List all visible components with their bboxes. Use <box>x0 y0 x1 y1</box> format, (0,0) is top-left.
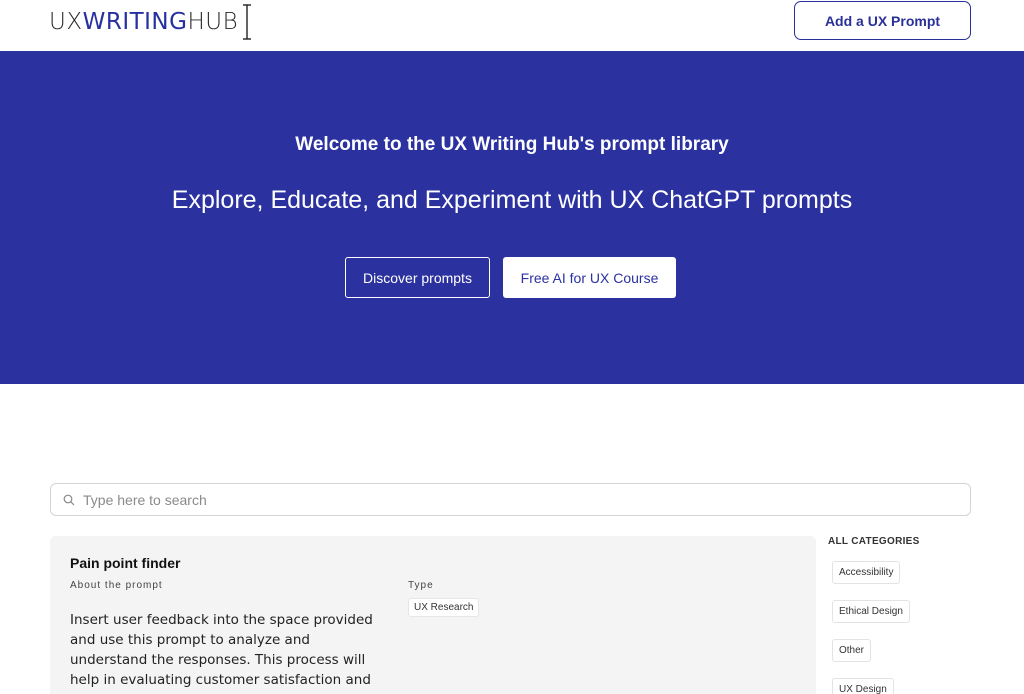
search-input[interactable] <box>83 491 943 508</box>
hero-title: Welcome to the UX Writing Hub's prompt l… <box>295 134 729 155</box>
add-ux-prompt-button[interactable]: Add a UX Prompt <box>794 1 971 40</box>
prompt-description: Insert user feedback into the space prov… <box>70 612 373 694</box>
category-ux-design[interactable]: UX Design <box>832 678 894 694</box>
all-categories-heading: ALL CATEGORIES <box>828 536 920 547</box>
hero-banner: Welcome to the UX Writing Hub's prompt l… <box>0 51 1024 384</box>
type-label: Type <box>408 580 434 591</box>
logo-hub-text: HUB <box>187 9 239 35</box>
text-cursor-icon <box>242 3 252 41</box>
search-icon <box>63 493 77 507</box>
top-navigation-bar: UX WRITING HUB Add a UX Prompt <box>0 0 1024 51</box>
prompt-card[interactable]: Pain point finder About the prompt Type … <box>50 536 816 694</box>
logo-writing-text: WRITING <box>82 9 188 35</box>
free-ai-course-button[interactable]: Free AI for UX Course <box>503 257 676 298</box>
discover-prompts-button[interactable]: Discover prompts <box>345 257 490 298</box>
category-other[interactable]: Other <box>832 639 872 662</box>
logo-ux-text: UX <box>49 9 83 35</box>
about-prompt-label: About the prompt <box>70 580 163 591</box>
category-ethical-design[interactable]: Ethical Design <box>832 600 910 623</box>
category-accessibility[interactable]: Accessibility <box>832 561 901 584</box>
hero-subtitle: Explore, Educate, and Experiment with UX… <box>171 186 853 214</box>
search-bar[interactable] <box>50 483 971 516</box>
prompt-title[interactable]: Pain point finder <box>70 555 180 571</box>
site-logo[interactable]: UX WRITING HUB <box>49 2 252 42</box>
type-tag[interactable]: UX Research <box>408 598 480 617</box>
